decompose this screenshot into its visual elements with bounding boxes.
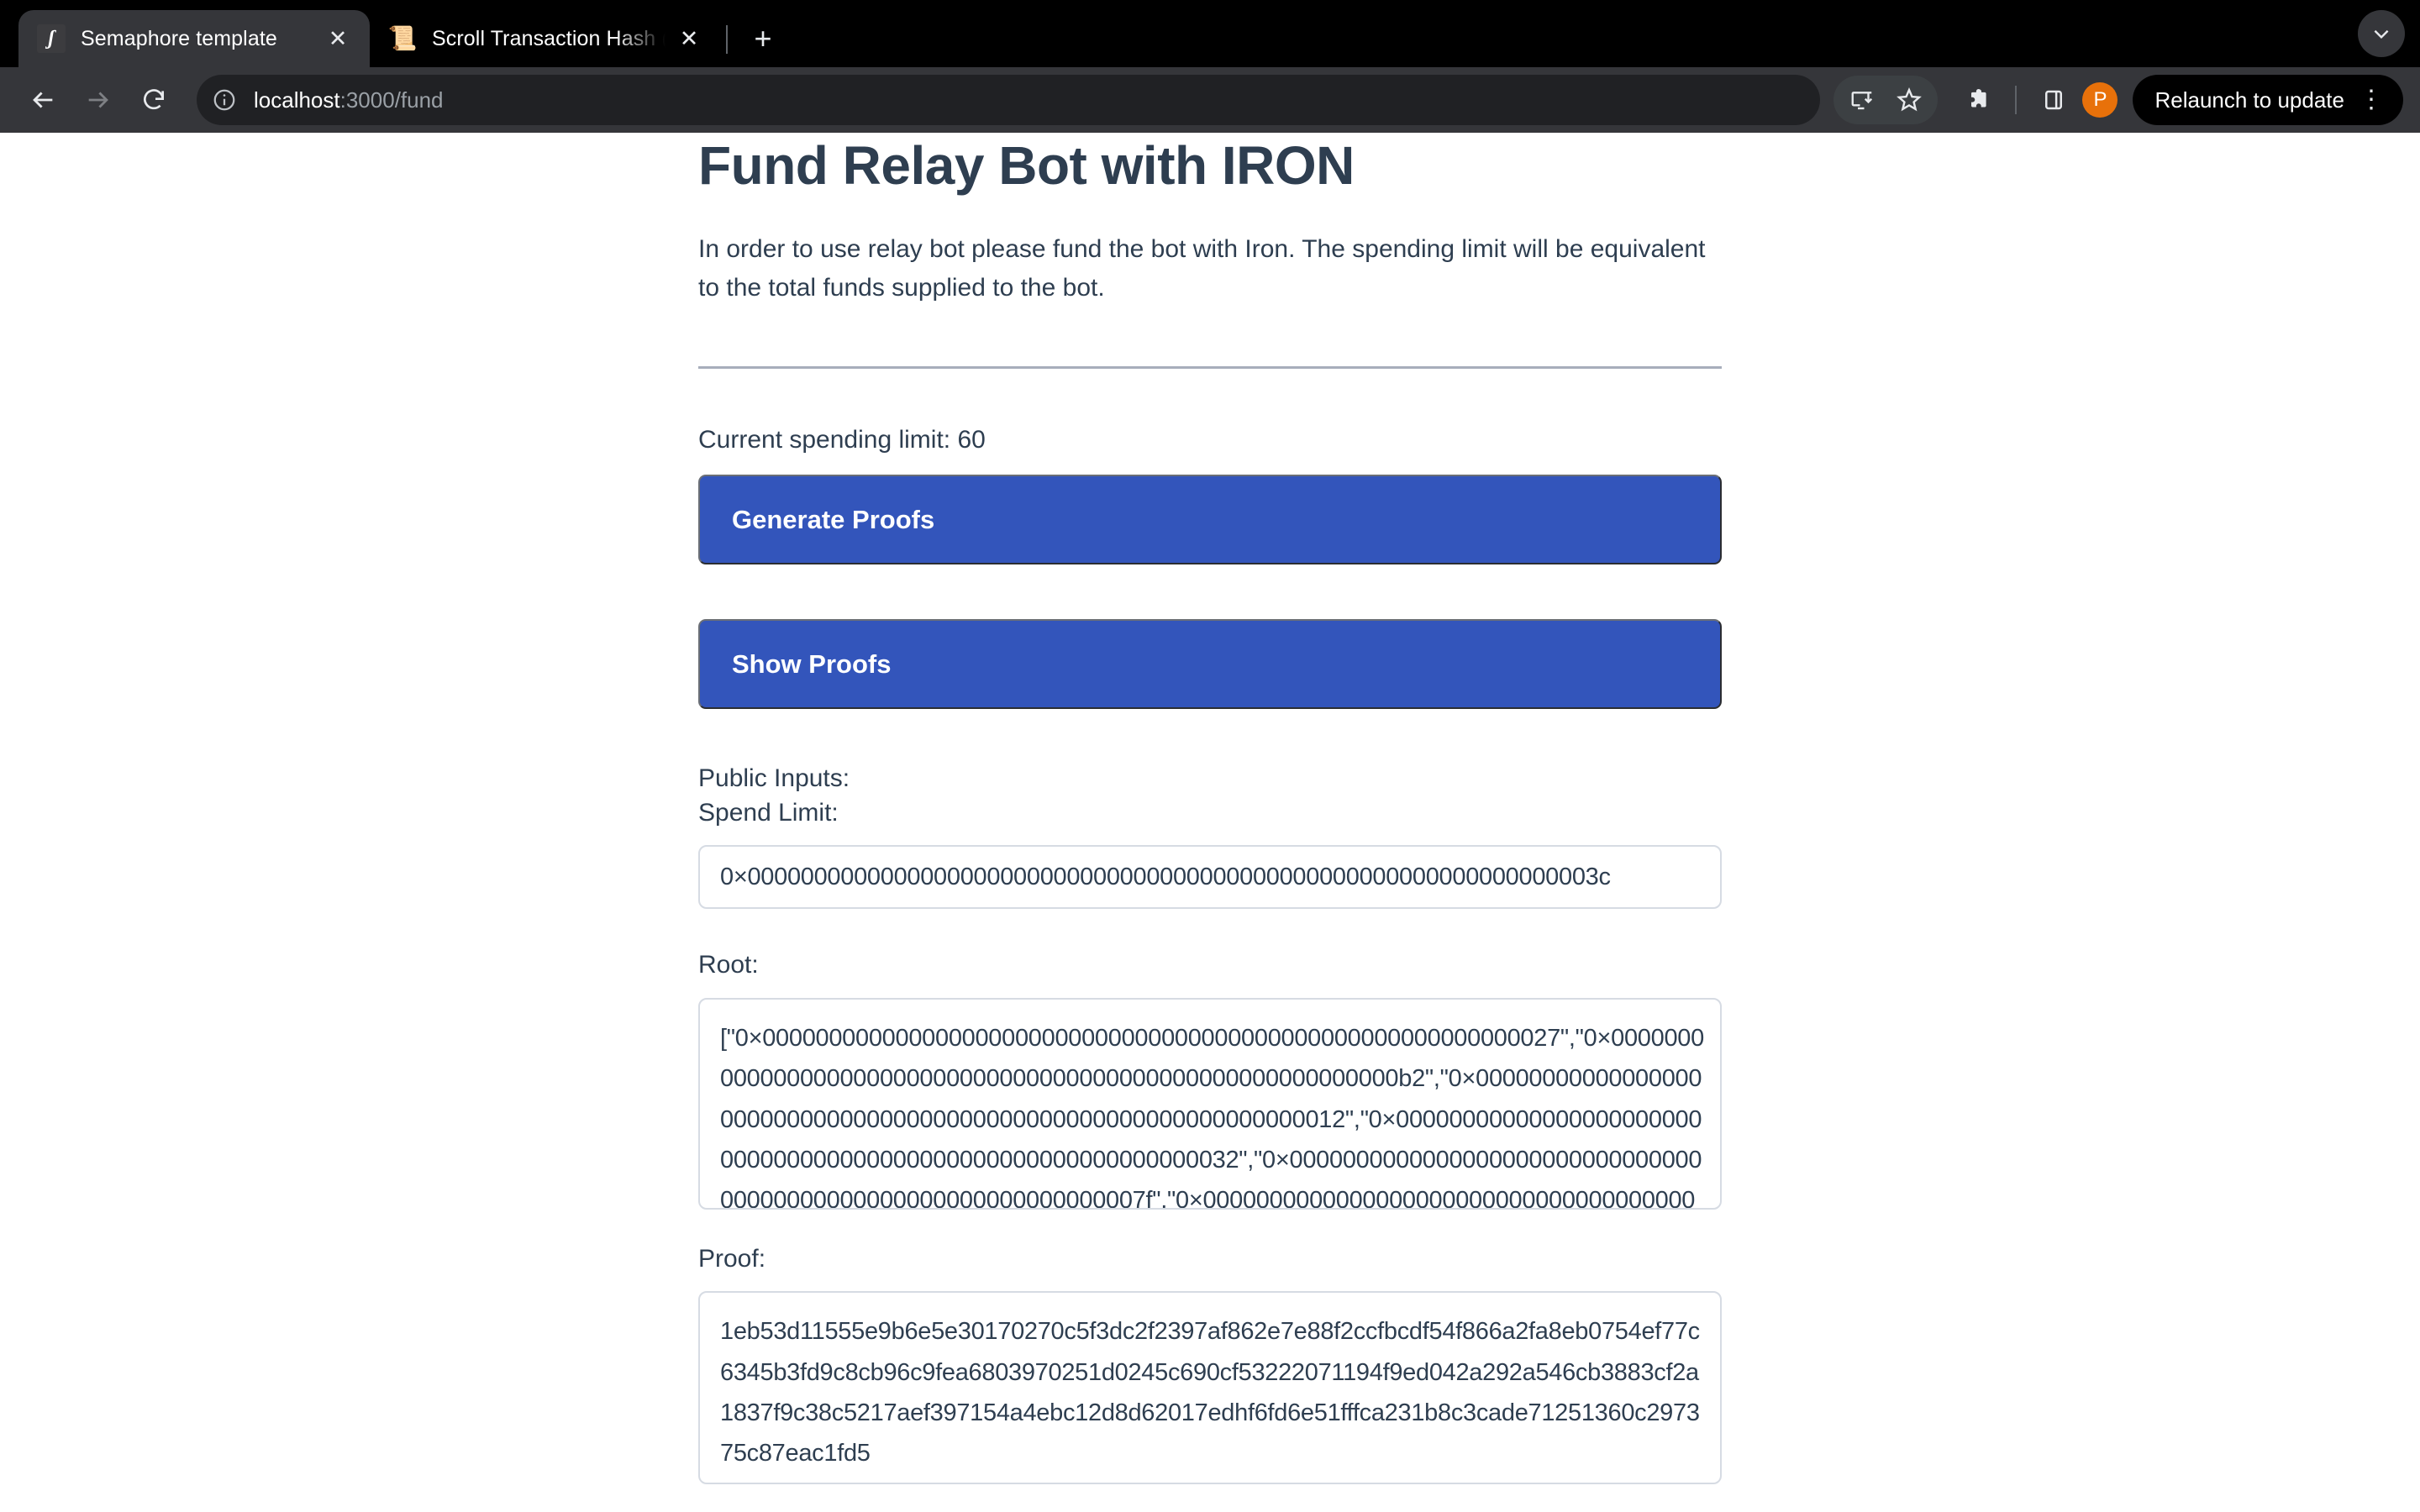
extensions-icon[interactable]: [1954, 76, 2002, 123]
current-spending-limit: Current spending limit: 60: [698, 425, 986, 454]
site-info-icon[interactable]: [205, 81, 244, 119]
public-inputs-label: Public Inputs:: [698, 764, 850, 792]
new-tab-button[interactable]: +: [739, 15, 786, 62]
scroll-icon: 📜: [387, 25, 418, 51]
chrome-menu-icon[interactable]: ⋮: [2351, 80, 2391, 120]
section-divider: [698, 365, 1722, 369]
close-icon[interactable]: ✕: [671, 20, 708, 57]
page-title: Fund Relay Bot with IRON: [698, 135, 1355, 196]
page-content: Fund Relay Bot with IRON In order to use…: [698, 133, 1722, 1485]
bookmark-star-icon[interactable]: [1886, 76, 1933, 123]
tab-semaphore-template[interactable]: ʃ Semaphore template ✕: [18, 10, 370, 67]
generate-proofs-button[interactable]: Generate Proofs: [698, 474, 1722, 564]
root-label: Root:: [698, 951, 759, 979]
relaunch-label: Relaunch to update: [2154, 87, 2344, 113]
url-text: localhost:3000/fund: [254, 87, 444, 113]
tab-title: Semaphore template: [81, 26, 277, 50]
browser-window: ʃ Semaphore template ✕ 📜 Scroll Transact…: [0, 0, 2420, 1512]
url-path: :3000/fund: [339, 87, 444, 113]
side-panel-icon[interactable]: [2030, 76, 2077, 123]
spend-limit-label: Spend Limit:: [698, 798, 839, 827]
forward-icon[interactable]: [72, 74, 124, 126]
relaunch-to-update-button[interactable]: Relaunch to update ⋮: [2133, 75, 2403, 125]
semaphore-icon: ʃ: [37, 24, 66, 53]
tab-strip-right: [2358, 0, 2420, 67]
tab-title: Scroll Transaction Hash (Txha: [432, 26, 666, 50]
tab-separator: [726, 25, 728, 54]
back-icon[interactable]: [17, 74, 69, 126]
proof-textarea[interactable]: 1eb53d11555e9b6e5e30170270c5f3dc2f2397af…: [698, 1291, 1722, 1485]
url-host: localhost: [254, 87, 340, 113]
public-inputs-section: Public Inputs: Spend Limit:: [698, 761, 1722, 831]
chevron-down-icon[interactable]: [2358, 10, 2405, 57]
page-viewport: Fund Relay Bot with IRON In order to use…: [0, 133, 2420, 1512]
avatar[interactable]: P: [2082, 82, 2118, 118]
intro-paragraph: In order to use relay bot please fund th…: [698, 235, 1706, 302]
proof-label: Proof:: [698, 1244, 766, 1273]
spend-limit-input[interactable]: 0×00000000000000000000000000000000000000…: [698, 845, 1722, 910]
address-bar[interactable]: localhost:3000/fund: [197, 75, 1821, 125]
toolbar-right-controls: P Relaunch to update ⋮: [1833, 75, 2403, 125]
toolbar-pill-group: [1833, 76, 1939, 124]
browser-toolbar: localhost:3000/fund P Relaunch to update…: [0, 67, 2420, 133]
install-app-icon[interactable]: [1839, 76, 1886, 123]
tab-strip: ʃ Semaphore template ✕ 📜 Scroll Transact…: [0, 0, 2420, 67]
close-icon[interactable]: ✕: [319, 20, 356, 57]
show-proofs-button[interactable]: Show Proofs: [698, 618, 1722, 709]
tab-scroll-transaction-hash[interactable]: 📜 Scroll Transaction Hash (Txha ✕: [370, 10, 721, 67]
toolbar-divider: [2015, 86, 2018, 114]
root-textarea[interactable]: ["0×000000000000000000000000000000000000…: [698, 997, 1722, 1210]
reload-icon[interactable]: [128, 74, 180, 126]
